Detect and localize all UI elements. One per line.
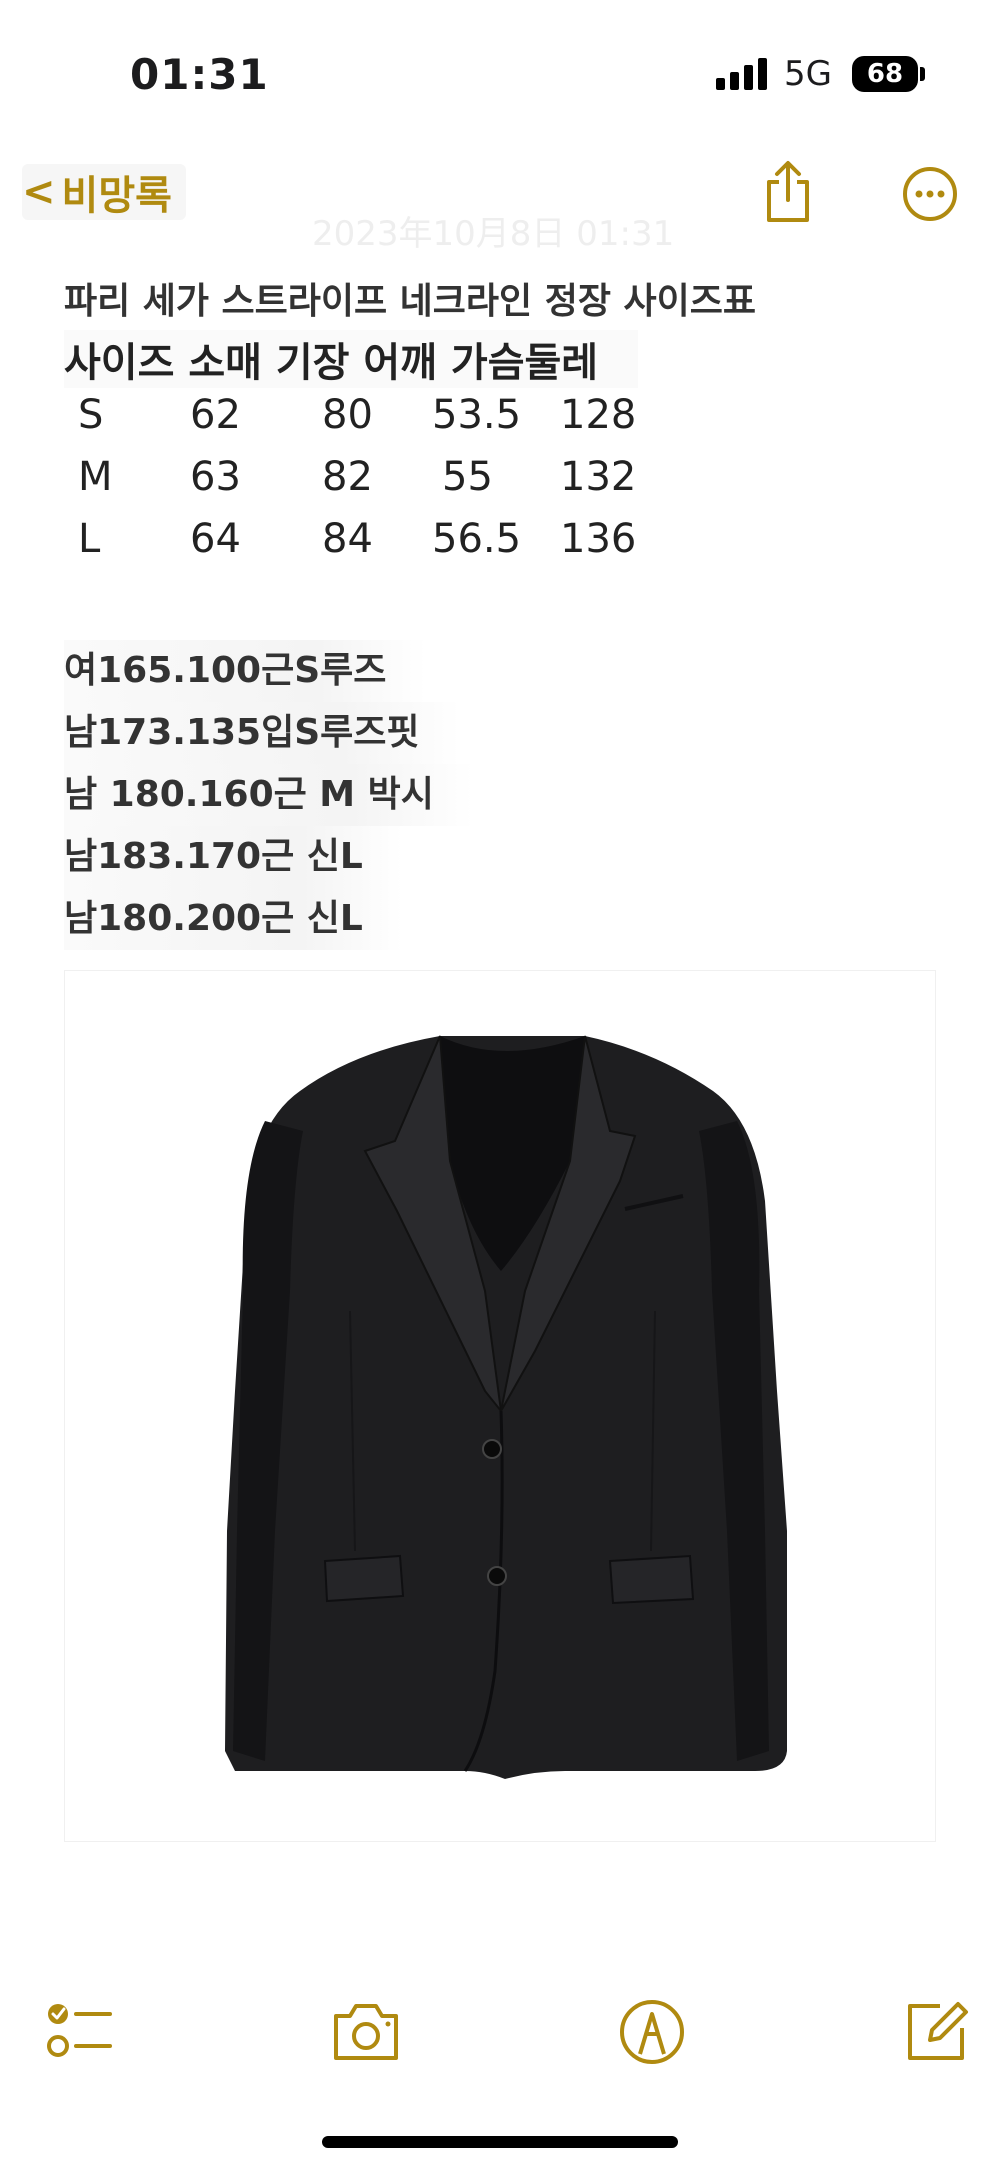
table-row: L 64 84 56.5 136 <box>64 516 664 578</box>
battery-cap <box>920 67 925 81</box>
checklist-icon[interactable] <box>44 1996 116 2068</box>
cell-length: 80 <box>322 392 373 438</box>
blazer-image <box>225 1035 787 1779</box>
battery-icon: 68 <box>852 56 918 92</box>
more-icon[interactable] <box>902 166 958 222</box>
share-icon[interactable] <box>760 158 816 226</box>
cell-shoulder: 55 <box>442 454 493 500</box>
list-item: 남183.170근 신L <box>64 826 403 888</box>
cell-chest: 136 <box>560 516 637 562</box>
cell-sleeve: 63 <box>190 454 241 500</box>
size-table-header: 사이즈 소매 기장 어깨 가슴둘레 <box>64 330 639 388</box>
cell-size: S <box>78 392 104 438</box>
cell-chest: 132 <box>560 454 637 500</box>
list-item: 남 180.160근 M 박시 <box>64 764 474 826</box>
cell-length: 82 <box>322 454 373 500</box>
product-image[interactable] <box>64 970 936 1842</box>
table-row: M 63 82 55 132 <box>64 454 664 516</box>
cell-chest: 128 <box>560 392 637 438</box>
home-indicator[interactable] <box>322 2136 678 2148</box>
fit-notes: 여165.100근S루즈 남173.135입S루즈핏 남 180.160근 M … <box>64 640 474 950</box>
list-item: 여165.100근S루즈 <box>64 640 427 702</box>
cell-sleeve: 64 <box>190 516 241 562</box>
markup-icon[interactable] <box>616 1996 688 2068</box>
cell-shoulder: 53.5 <box>432 392 522 438</box>
cell-length: 84 <box>322 516 373 562</box>
network-type: 5G <box>784 54 832 94</box>
status-time: 01:31 <box>130 50 269 99</box>
cell-shoulder: 56.5 <box>432 516 522 562</box>
status-bar: 01:31 5G 68 <box>0 0 1000 150</box>
back-label: 비망록 <box>61 173 172 219</box>
cellular-signal-icon <box>716 58 768 90</box>
note-title: 파리 세가 스트라이프 네크라인 정장 사이즈표 <box>64 281 756 322</box>
cell-size: M <box>78 454 113 500</box>
size-table: S 62 80 53.5 128 M 63 82 55 132 L 64 84 … <box>64 392 664 578</box>
chevron-left-icon: < <box>22 169 56 215</box>
list-item: 남173.135입S루즈핏 <box>64 702 460 764</box>
camera-icon[interactable] <box>330 1996 402 2068</box>
cell-sleeve: 62 <box>190 392 241 438</box>
table-row: S 62 80 53.5 128 <box>64 392 664 454</box>
back-button[interactable]: < 비망록 <box>22 164 186 220</box>
cell-size: L <box>78 516 101 562</box>
compose-icon[interactable] <box>900 1996 972 2068</box>
note-date: 2023年10月8日 01:31 <box>312 214 675 254</box>
list-item: 남180.200근 신L <box>64 888 403 950</box>
